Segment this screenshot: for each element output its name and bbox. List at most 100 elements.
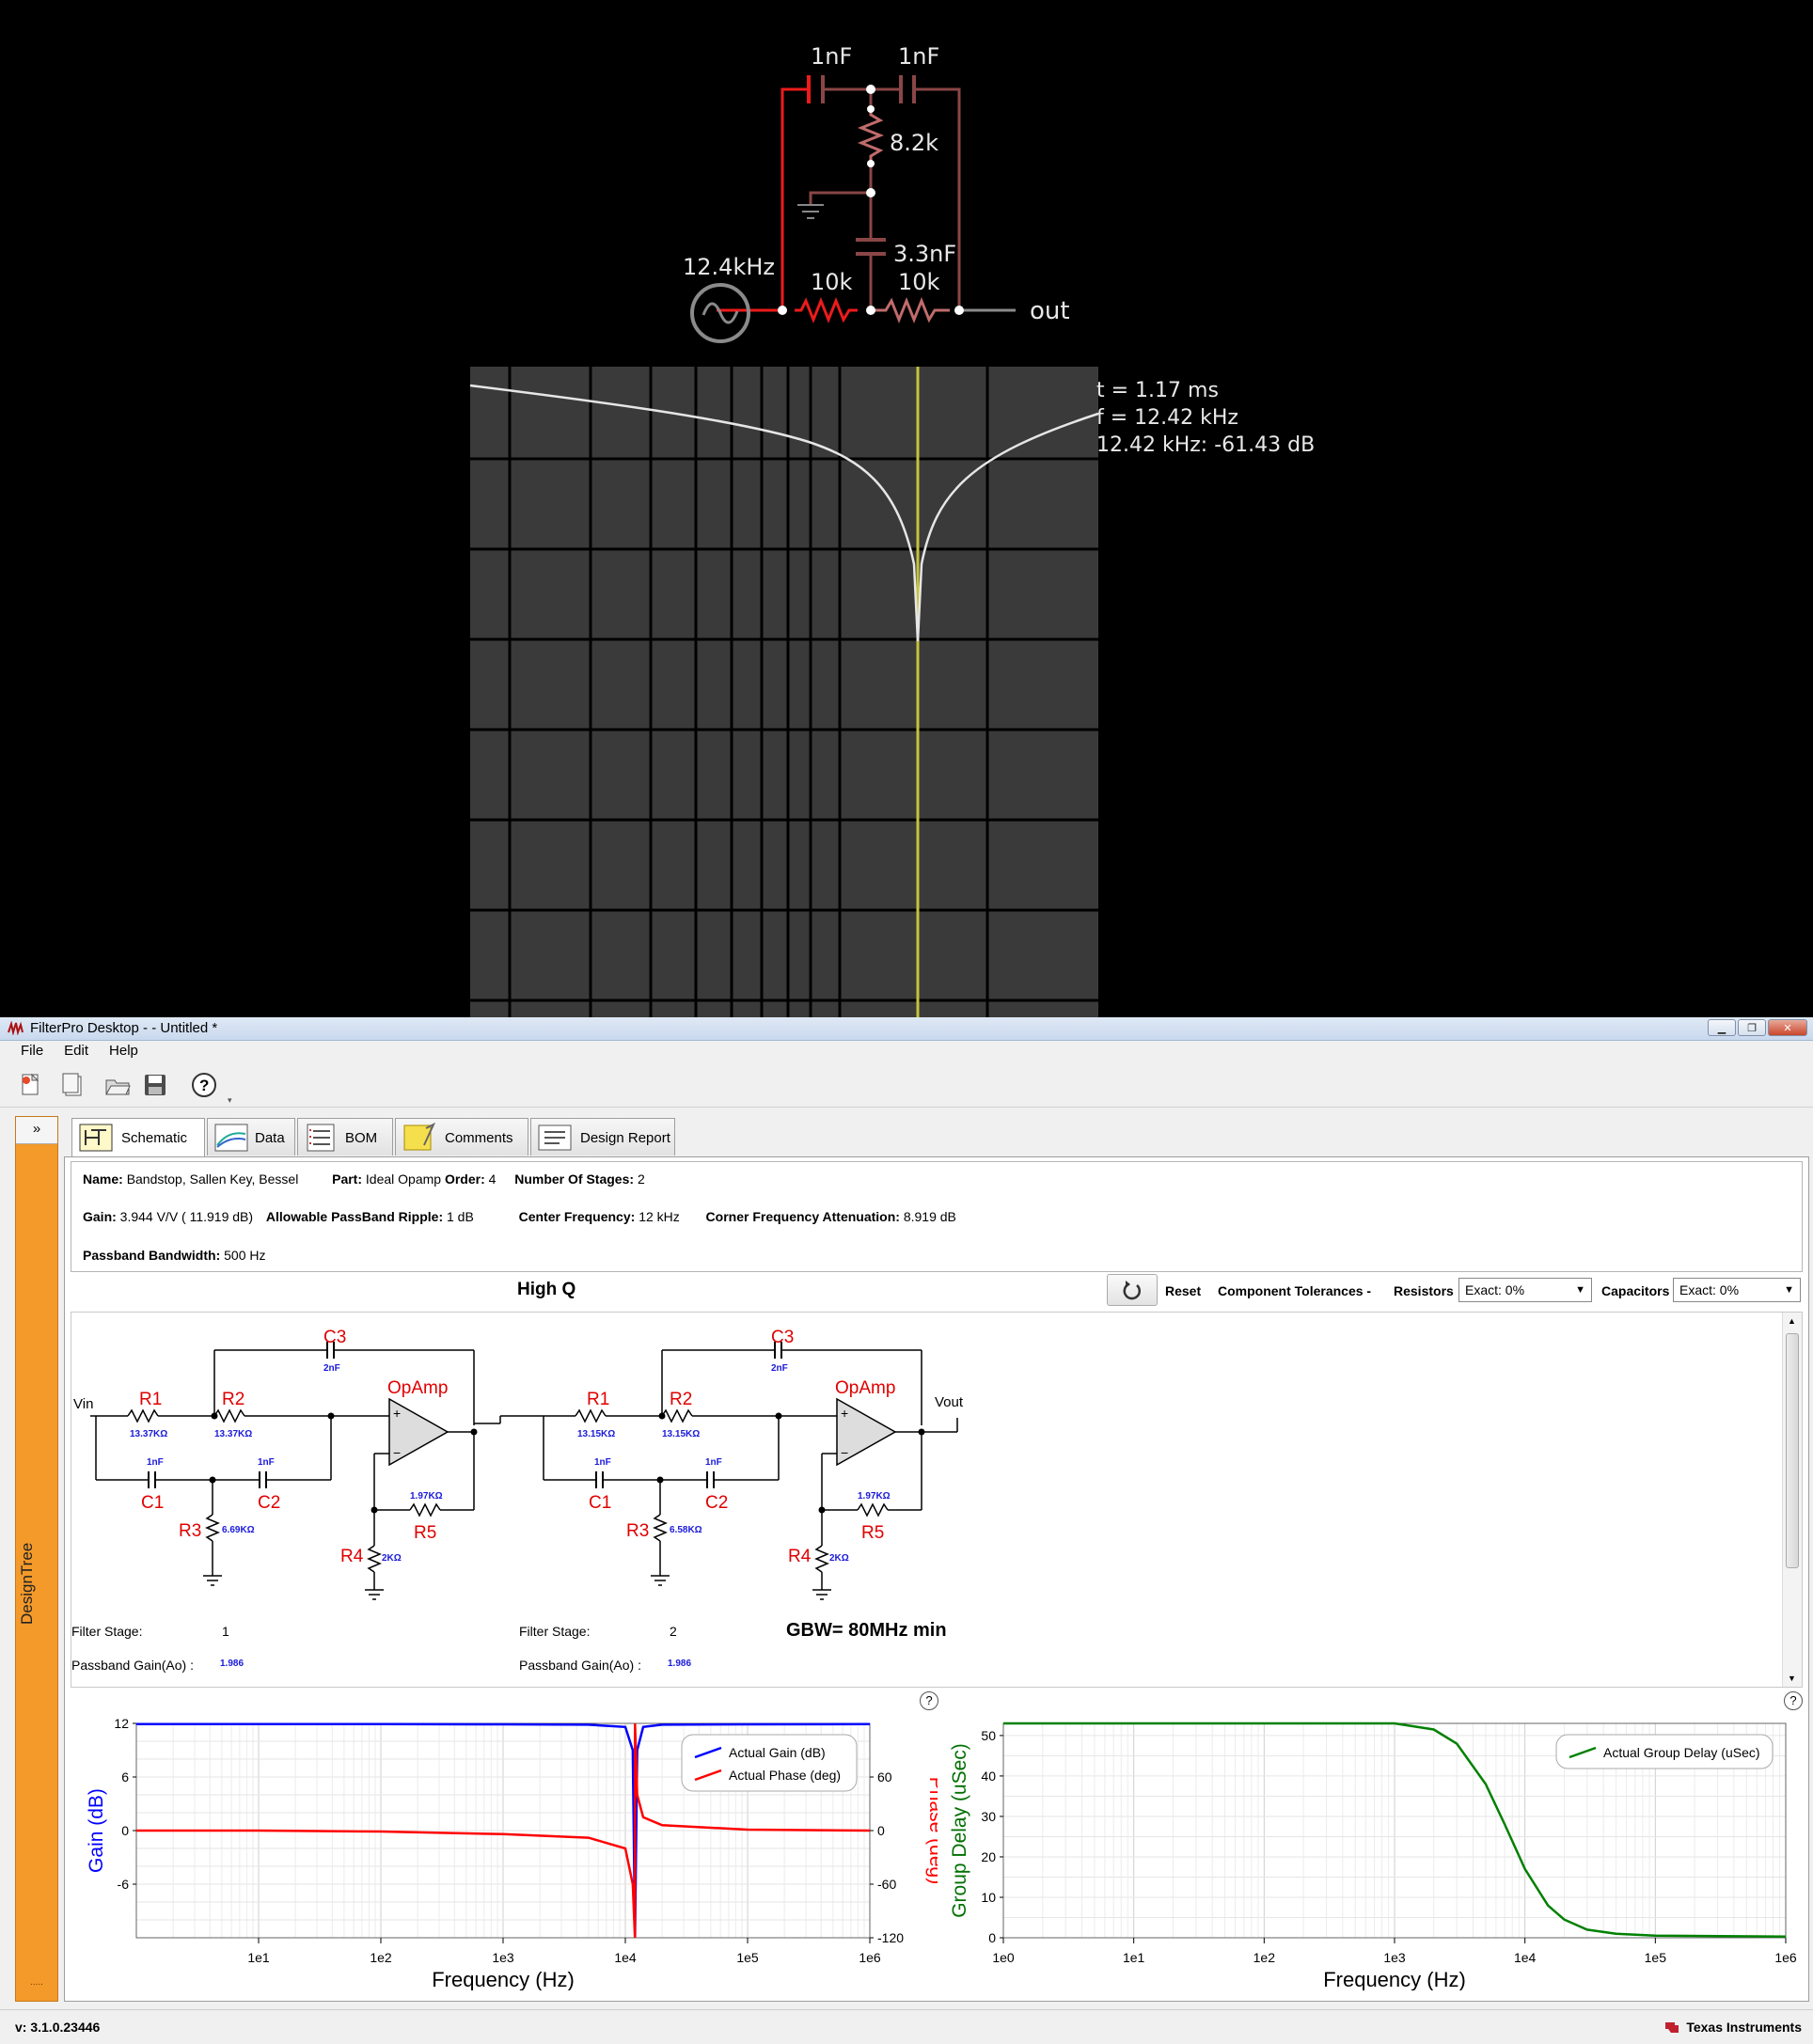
scope-plot (469, 367, 1099, 1017)
y-tick-label: 6 (121, 1769, 129, 1785)
capacitor-c2 (259, 1471, 267, 1488)
r5-value: 1.97KΩ (858, 1491, 891, 1502)
reset-label[interactable]: Reset (1165, 1283, 1201, 1298)
menu-help[interactable]: Help (99, 1041, 149, 1059)
menu-file[interactable]: File (0, 1041, 54, 1059)
r1-label: R1 (139, 1390, 162, 1409)
report-icon (538, 1124, 572, 1151)
tab-design-report[interactable]: Design Report (530, 1118, 675, 1156)
resistor-tolerance-select[interactable]: Exact: 0% ▼ (1458, 1278, 1592, 1302)
design-tree-label: DesignTree (18, 1542, 36, 1625)
stages-label: Number Of Stages: (514, 1171, 635, 1187)
y2-tick-label: 0 (877, 1823, 885, 1838)
res-left-label: 10k (811, 269, 853, 295)
res-right-label: 10k (898, 269, 940, 295)
r3-label: R3 (179, 1521, 201, 1541)
x-axis-label: Frequency (Hz) (1323, 1968, 1466, 1990)
new-design-icon[interactable] (58, 1071, 87, 1099)
reset-button[interactable] (1107, 1274, 1158, 1306)
svg-text:?: ? (199, 1077, 209, 1094)
capacitor-c3 (856, 238, 886, 256)
close-button[interactable]: ✕ (1768, 1019, 1807, 1036)
center-label: Center Frequency: (518, 1209, 636, 1224)
tab-data[interactable]: Data (207, 1118, 295, 1156)
r4-value: 2KΩ (382, 1553, 402, 1564)
resistors-label: Resistors (1394, 1283, 1454, 1298)
c3-label: C3 (771, 1328, 794, 1347)
filterpro-window: FilterPro Desktop - - Untitled * ▁ ❐ ✕ F… (0, 1017, 1813, 2044)
c1-value: 1nF (147, 1457, 164, 1468)
toolbar: ? ▾ (0, 1061, 1813, 1108)
capacitor-tolerance-value: Exact: 0% (1679, 1282, 1740, 1297)
scroll-down-icon[interactable]: ▼ (1788, 1674, 1796, 1683)
schematic-icon (79, 1124, 113, 1152)
passband-gain-value: 1.986 (668, 1659, 691, 1669)
atten-label: Corner Frequency Attenuation: (705, 1209, 900, 1224)
scope-readout: 12.42 kHz: -61.43 dB (1096, 433, 1315, 457)
menu-edit[interactable]: Edit (54, 1041, 99, 1059)
atten-value: 8.919 dB (903, 1209, 956, 1224)
reset-icon (1123, 1281, 1142, 1300)
chart-icon (214, 1124, 248, 1152)
junction-dot (211, 1412, 218, 1420)
help-icon[interactable]: ? (920, 1691, 938, 1710)
section-title: High Q (517, 1280, 576, 1299)
resistor-r1 (575, 1408, 607, 1423)
expand-sidebar-button[interactable]: » (16, 1117, 57, 1144)
out-label: out (1030, 297, 1070, 325)
x-tick-label: 1e1 (247, 1950, 270, 1965)
restore-button[interactable]: ❐ (1738, 1019, 1766, 1036)
toolbar-overflow-icon[interactable]: ▾ (228, 1095, 232, 1106)
help-icon[interactable]: ? (190, 1071, 218, 1099)
scroll-thumb[interactable] (1786, 1333, 1799, 1568)
resistor-tolerance-value: Exact: 0% (1465, 1282, 1525, 1297)
gain-phase-chart: 1e1 1e2 1e3 1e4 1e5 1e61260-6600-60-120Phase … (86, 1716, 947, 1991)
save-icon[interactable] (141, 1071, 169, 1099)
resistor-10k-left (795, 296, 858, 324)
minimize-button[interactable]: ▁ (1708, 1019, 1736, 1036)
part-value: Ideal Opamp (365, 1171, 442, 1187)
new-file-icon[interactable] (17, 1071, 45, 1099)
junction-dot (370, 1506, 378, 1514)
filter-schematic: + − R1 13.37KΩ R2 13.37KΩ C3 2nF 1nF C1 1nF C2 R3 6.6… (71, 1312, 1803, 1688)
scroll-up-icon[interactable]: ▲ (1788, 1316, 1796, 1326)
capacitors-label: Capacitors (1601, 1283, 1670, 1298)
resistor-8k2 (857, 109, 885, 164)
help-icon[interactable]: ? (1784, 1691, 1803, 1710)
y2-tick-label: -60 (877, 1877, 896, 1892)
version-text: v: 3.1.0.23446 (15, 2020, 101, 2035)
c1-value: 1nF (594, 1457, 611, 1468)
y2-tick-label: -120 (877, 1930, 904, 1945)
x-tick-label: 1e6 (1774, 1950, 1797, 1965)
capacitor-c1 (148, 1471, 156, 1488)
junction-dot (818, 1506, 826, 1514)
tab-schematic[interactable]: Schematic (71, 1118, 205, 1157)
gain-value: 3.944 V/V ( 11.919 dB) (119, 1209, 254, 1224)
r2-label: R2 (670, 1390, 692, 1409)
ripple-value: 1 dB (447, 1209, 474, 1224)
passband-gain-label: Passband Gain(Ao) : (71, 1658, 194, 1673)
order-value: 4 (488, 1171, 497, 1187)
cap2-label: 1nF (898, 43, 939, 70)
c2-label: C2 (705, 1493, 728, 1513)
tab-comments[interactable]: Comments (395, 1118, 528, 1156)
capacitor-tolerance-select[interactable]: Exact: 0% ▼ (1673, 1278, 1801, 1302)
design-tree-panel[interactable]: » DesignTree ..... (15, 1116, 58, 2002)
x-tick-label: 1e1 (1123, 1950, 1145, 1965)
opamp-label: OpAmp (835, 1378, 895, 1398)
ac-source-icon (690, 283, 750, 343)
open-folder-icon[interactable] (103, 1071, 132, 1099)
y-axis-label: Group Delay (uSec) (949, 1743, 970, 1918)
sidebar-grip[interactable]: ..... (20, 1977, 54, 1989)
opamp-label: OpAmp (387, 1378, 448, 1398)
circuit-schematic: 1nF 1nF 8.2k 3.3nF 10k 10k 12.4kHz out t… (469, 43, 1315, 1017)
capacitor-c1 (807, 75, 825, 103)
resistor-r4 (367, 1545, 382, 1573)
vertical-scrollbar[interactable]: ▲ ▼ (1782, 1313, 1802, 1687)
c1-label: C1 (141, 1493, 164, 1513)
x-tick-label: 1e5 (1645, 1950, 1667, 1965)
y-tick-label: 40 (981, 1769, 996, 1784)
design-summary: Name: Bandstop, Sallen Key, Bessel Part:… (71, 1161, 1803, 1272)
tab-bom[interactable]: BOM (297, 1118, 393, 1156)
y-tick-label: -6 (118, 1877, 130, 1892)
